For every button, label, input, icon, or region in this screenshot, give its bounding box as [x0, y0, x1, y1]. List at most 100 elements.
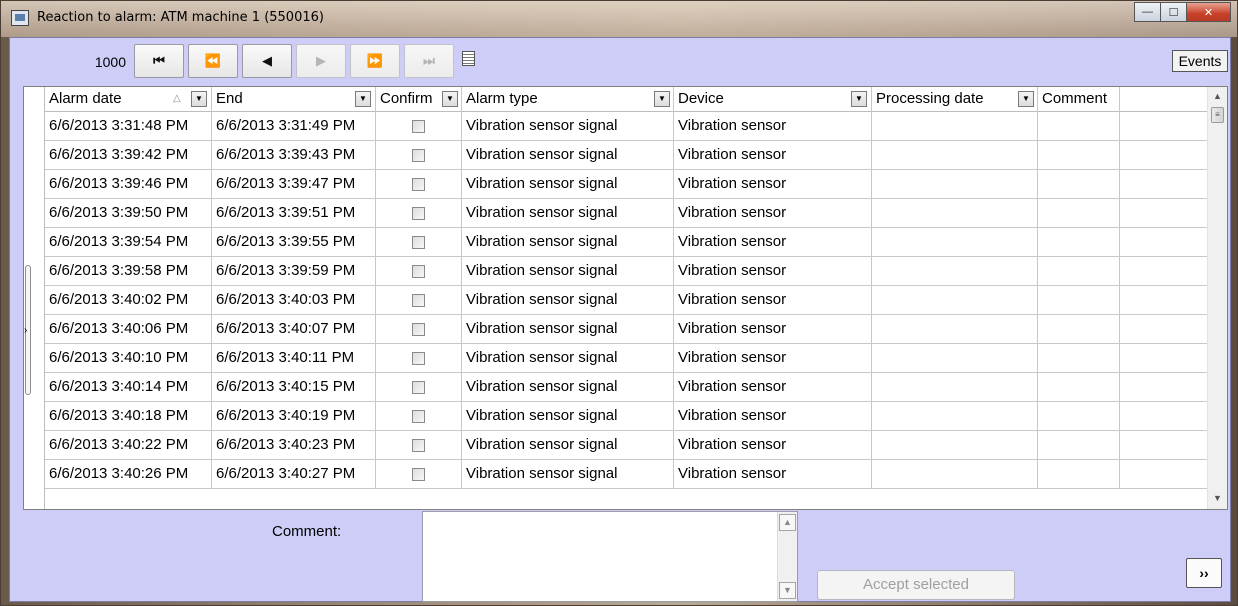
scroll-down-icon[interactable]: ▼ [1213, 493, 1222, 503]
alarm-type-cell[interactable]: Vibration sensor signal [462, 315, 674, 344]
alarm-date-cell[interactable]: 6/6/2013 3:40:02 PM [45, 286, 212, 315]
scroll-thumb[interactable]: ≡ [1211, 107, 1224, 123]
confirm-cell[interactable] [376, 286, 462, 315]
processing-date-cell[interactable] [872, 170, 1038, 199]
device-cell[interactable]: Vibration sensor [674, 373, 872, 402]
header-comment[interactable]: Comment [1038, 87, 1120, 112]
device-cell[interactable]: Vibration sensor [674, 344, 872, 373]
comment-textarea[interactable]: ▲ ▼ [422, 511, 798, 602]
device-cell[interactable]: Vibration sensor [674, 257, 872, 286]
column-chooser-icon[interactable] [462, 51, 475, 66]
comment-cell[interactable] [1038, 199, 1120, 228]
confirm-checkbox[interactable] [412, 294, 425, 307]
alarm-date-cell[interactable]: 6/6/2013 3:39:46 PM [45, 170, 212, 199]
alarm-type-cell[interactable]: Vibration sensor signal [462, 431, 674, 460]
comment-cell[interactable] [1038, 431, 1120, 460]
table-row[interactable]: 6/6/2013 3:40:14 PM 6/6/2013 3:40:15 PM Vi… [45, 373, 1209, 402]
end-date-cell[interactable]: 6/6/2013 3:39:43 PM [212, 141, 376, 170]
end-date-cell[interactable]: 6/6/2013 3:39:51 PM [212, 199, 376, 228]
comment-cell[interactable] [1038, 141, 1120, 170]
scroll-up-icon[interactable]: ▲ [1213, 91, 1222, 101]
confirm-checkbox[interactable] [412, 410, 425, 423]
alarm-type-cell[interactable]: Vibration sensor signal [462, 373, 674, 402]
alarm-date-cell[interactable]: 6/6/2013 3:39:42 PM [45, 141, 212, 170]
confirm-checkbox[interactable] [412, 265, 425, 278]
grid-vertical-scrollbar[interactable]: ▲ ≡ ▼ [1207, 87, 1227, 509]
table-row[interactable]: 6/6/2013 3:40:02 PM 6/6/2013 3:40:03 PM Vi… [45, 286, 1209, 315]
end-date-cell[interactable]: 6/6/2013 3:40:07 PM [212, 315, 376, 344]
end-date-cell[interactable]: 6/6/2013 3:40:19 PM [212, 402, 376, 431]
comment-cell[interactable] [1038, 373, 1120, 402]
confirm-checkbox[interactable] [412, 178, 425, 191]
processing-date-cell[interactable] [872, 112, 1038, 141]
scroll-down-icon[interactable]: ▼ [779, 582, 796, 599]
first-record-button[interactable]: ⏮ [134, 44, 184, 78]
accept-selected-button[interactable]: Accept selected [817, 570, 1015, 600]
confirm-checkbox[interactable] [412, 323, 425, 336]
device-cell[interactable]: Vibration sensor [674, 315, 872, 344]
confirm-cell[interactable] [376, 373, 462, 402]
alarm-date-cell[interactable]: 6/6/2013 3:39:54 PM [45, 228, 212, 257]
next-page-button[interactable]: ⏩ [350, 44, 400, 78]
table-row[interactable]: 6/6/2013 3:40:18 PM 6/6/2013 3:40:19 PM Vi… [45, 402, 1209, 431]
confirm-checkbox[interactable] [412, 439, 425, 452]
minimize-button[interactable]: — [1134, 2, 1161, 22]
filter-dropdown-icon[interactable]: ▼ [654, 91, 670, 107]
confirm-cell[interactable] [376, 315, 462, 344]
alarm-date-cell[interactable]: 6/6/2013 3:39:50 PM [45, 199, 212, 228]
processing-date-cell[interactable] [872, 315, 1038, 344]
confirm-cell[interactable] [376, 141, 462, 170]
processing-date-cell[interactable] [872, 286, 1038, 315]
table-row[interactable]: 6/6/2013 3:39:50 PM 6/6/2013 3:39:51 PM Vi… [45, 199, 1209, 228]
alarm-date-cell[interactable]: 6/6/2013 3:31:48 PM [45, 112, 212, 141]
processing-date-cell[interactable] [872, 344, 1038, 373]
confirm-cell[interactable] [376, 431, 462, 460]
alarm-type-cell[interactable]: Vibration sensor signal [462, 112, 674, 141]
end-date-cell[interactable]: 6/6/2013 3:39:47 PM [212, 170, 376, 199]
alarm-type-cell[interactable]: Vibration sensor signal [462, 402, 674, 431]
processing-date-cell[interactable] [872, 373, 1038, 402]
alarm-date-cell[interactable]: 6/6/2013 3:40:18 PM [45, 402, 212, 431]
comment-cell[interactable] [1038, 286, 1120, 315]
table-row[interactable]: 6/6/2013 3:39:58 PM 6/6/2013 3:39:59 PM Vi… [45, 257, 1209, 286]
filter-dropdown-icon[interactable]: ▼ [442, 91, 458, 107]
end-date-cell[interactable]: 6/6/2013 3:40:27 PM [212, 460, 376, 489]
header-processing-date[interactable]: Processing date ▼ [872, 87, 1038, 112]
header-alarm-type[interactable]: Alarm type ▼ [462, 87, 674, 112]
title-bar[interactable]: Reaction to alarm: ATM machine 1 (550016… [1, 1, 1237, 37]
processing-date-cell[interactable] [872, 402, 1038, 431]
device-cell[interactable]: Vibration sensor [674, 431, 872, 460]
maximize-button[interactable]: ☐ [1160, 2, 1187, 22]
last-record-button[interactable]: ⏭ [404, 44, 454, 78]
scroll-up-icon[interactable]: ▲ [779, 514, 796, 531]
alarm-type-cell[interactable]: Vibration sensor signal [462, 257, 674, 286]
confirm-cell[interactable] [376, 344, 462, 373]
table-row[interactable]: 6/6/2013 3:39:54 PM 6/6/2013 3:39:55 PM Vi… [45, 228, 1209, 257]
comment-cell[interactable] [1038, 402, 1120, 431]
processing-date-cell[interactable] [872, 228, 1038, 257]
table-row[interactable]: 6/6/2013 3:40:22 PM 6/6/2013 3:40:23 PM Vi… [45, 431, 1209, 460]
end-date-cell[interactable]: 6/6/2013 3:40:15 PM [212, 373, 376, 402]
device-cell[interactable]: Vibration sensor [674, 141, 872, 170]
filter-dropdown-icon[interactable]: ▼ [851, 91, 867, 107]
alarm-date-cell[interactable]: 6/6/2013 3:40:14 PM [45, 373, 212, 402]
end-date-cell[interactable]: 6/6/2013 3:31:49 PM [212, 112, 376, 141]
device-cell[interactable]: Vibration sensor [674, 112, 872, 141]
expand-panel-button[interactable]: ›› [1186, 558, 1222, 588]
table-row[interactable]: 6/6/2013 3:40:26 PM 6/6/2013 3:40:27 PM Vi… [45, 460, 1209, 489]
confirm-checkbox[interactable] [412, 468, 425, 481]
confirm-cell[interactable] [376, 402, 462, 431]
end-date-cell[interactable]: 6/6/2013 3:39:59 PM [212, 257, 376, 286]
end-date-cell[interactable]: 6/6/2013 3:40:03 PM [212, 286, 376, 315]
confirm-checkbox[interactable] [412, 352, 425, 365]
alarm-type-cell[interactable]: Vibration sensor signal [462, 344, 674, 373]
processing-date-cell[interactable] [872, 257, 1038, 286]
filter-dropdown-icon[interactable]: ▼ [355, 91, 371, 107]
next-record-button[interactable]: ▶ [296, 44, 346, 78]
device-cell[interactable]: Vibration sensor [674, 402, 872, 431]
filter-dropdown-icon[interactable]: ▼ [1018, 91, 1034, 107]
filter-dropdown-icon[interactable]: ▼ [191, 91, 207, 107]
alarm-date-cell[interactable]: 6/6/2013 3:40:22 PM [45, 431, 212, 460]
table-row[interactable]: 6/6/2013 3:40:06 PM 6/6/2013 3:40:07 PM Vi… [45, 315, 1209, 344]
processing-date-cell[interactable] [872, 199, 1038, 228]
